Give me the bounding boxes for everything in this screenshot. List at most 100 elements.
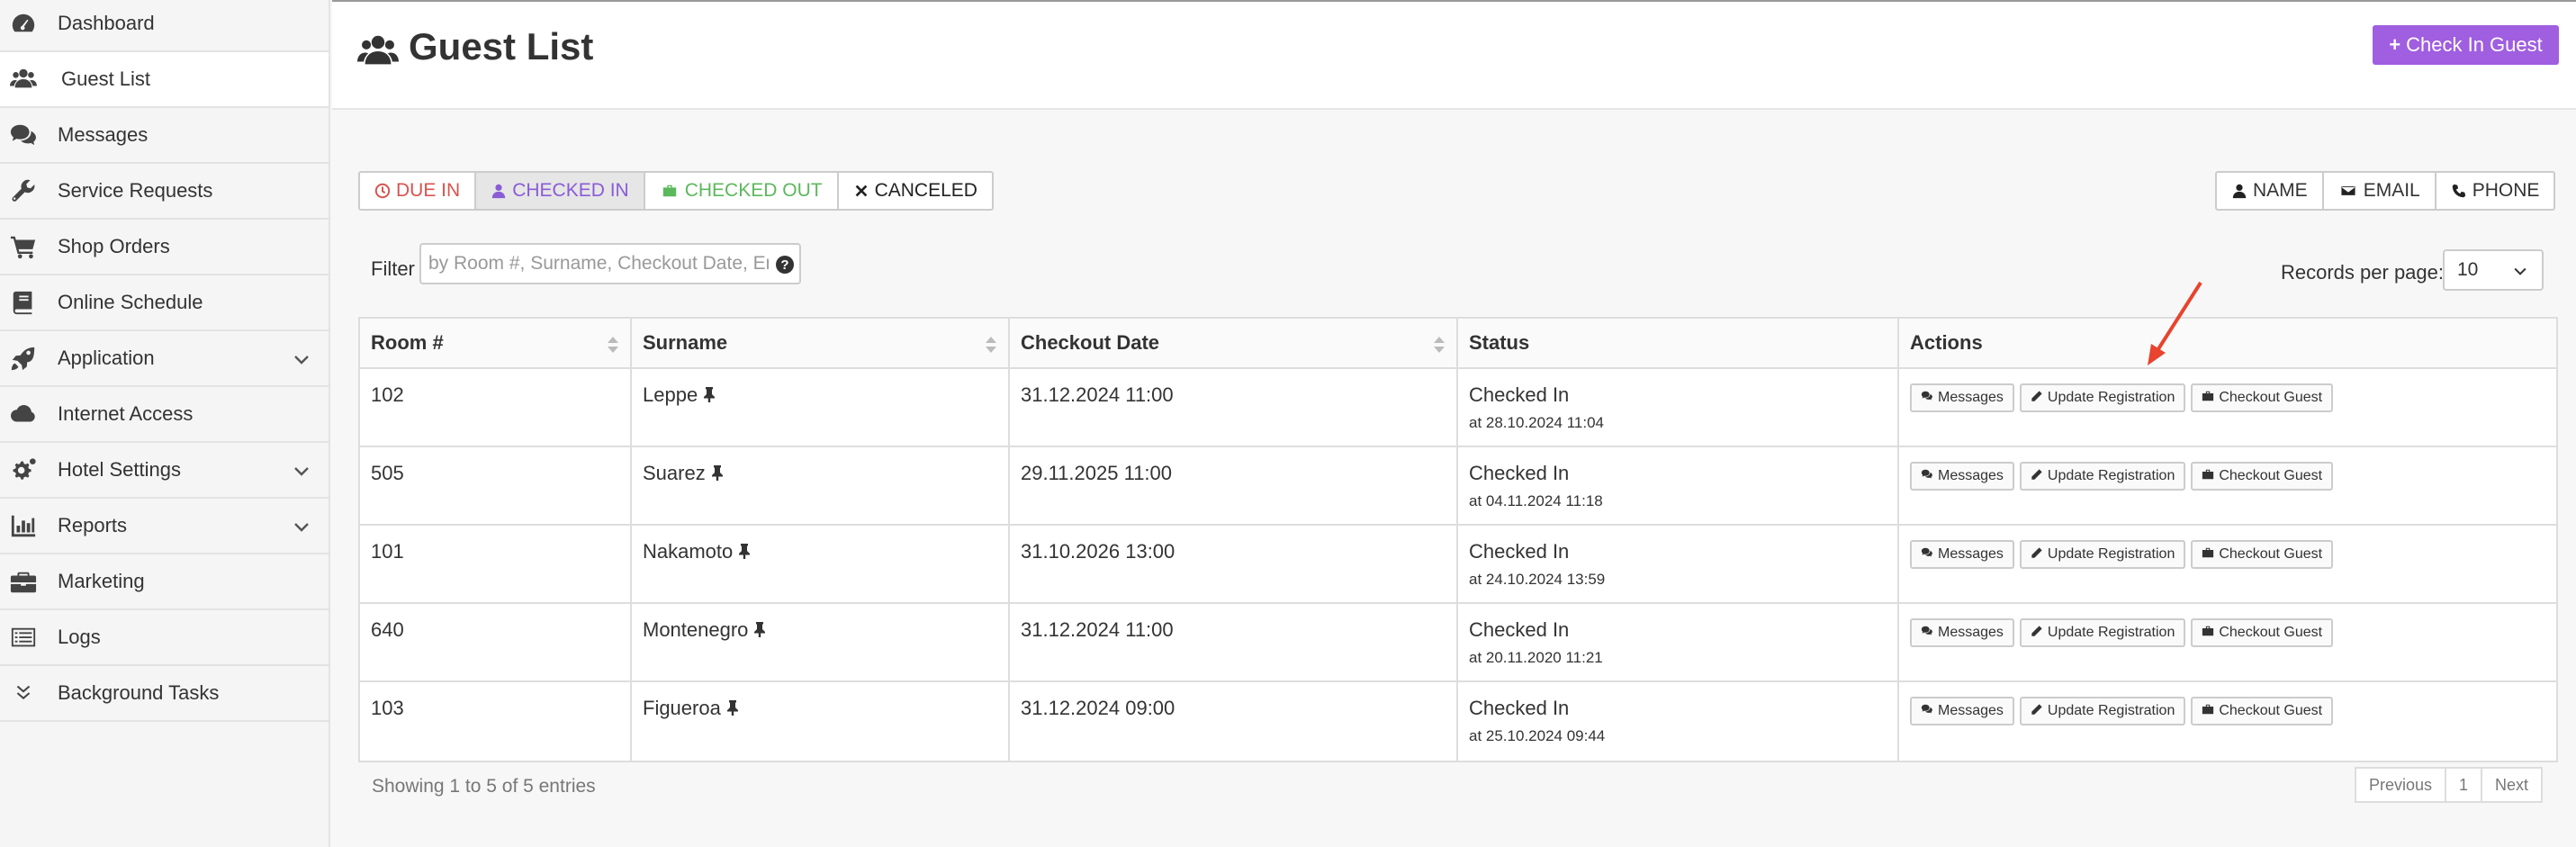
comments-icon (1921, 546, 1938, 563)
page-header (332, 0, 2576, 110)
bar-chart-icon (7, 509, 40, 542)
column-header-status: Status (1458, 319, 1899, 367)
tab-label: CANCELED (874, 180, 977, 201)
page-1-button[interactable]: 1 (2445, 767, 2483, 803)
surname-cell: Nakamoto (632, 526, 1010, 602)
sidebar-item-guest-list[interactable]: Guest List (0, 52, 329, 108)
pin-icon[interactable] (753, 619, 766, 637)
tab-checked-out[interactable]: CHECKED OUT (643, 171, 839, 211)
wrench-icon (7, 175, 40, 207)
guest-surname: Nakamoto (643, 540, 734, 563)
sidebar-item-label: Application (58, 347, 155, 369)
help-icon[interactable]: ? (776, 256, 794, 274)
checkout-guest-button[interactable]: Checkout Guest (2191, 618, 2334, 647)
check-in-guest-button[interactable]: + Check In Guest (2373, 25, 2559, 65)
chevron-down-icon[interactable] (291, 460, 312, 482)
messages-label: Messages (1938, 546, 2004, 562)
checkout-guest-button[interactable]: Checkout Guest (2191, 383, 2334, 412)
name-label: NAME (2253, 180, 2308, 201)
list-icon (7, 621, 40, 653)
tab-label: DUE IN (396, 180, 461, 201)
sidebar-item-online-schedule[interactable]: Online Schedule (0, 275, 329, 331)
update-registration-button[interactable]: Update Registration (2019, 618, 2186, 647)
messages-button[interactable]: Messages (1910, 697, 2014, 725)
pin-icon[interactable] (738, 541, 751, 559)
status-timestamp: at 28.10.2024 11:04 (1469, 414, 1604, 431)
sidebar-item-shop-orders[interactable]: Shop Orders (0, 220, 329, 275)
column-header-room[interactable]: Room # (360, 319, 632, 367)
surname-cell: Leppe (632, 369, 1010, 446)
contact-sort-buttons: NAME EMAIL PHONE (2215, 171, 2556, 211)
cloud-icon (7, 398, 40, 430)
clock-icon (374, 183, 391, 199)
update-registration-button[interactable]: Update Registration (2019, 540, 2186, 569)
previous-page-button[interactable]: Previous (2355, 767, 2447, 803)
tab-due-in[interactable]: DUE IN (358, 171, 477, 211)
pin-icon[interactable] (726, 698, 739, 716)
checkout-date-cell: 31.10.2026 13:00 (1010, 526, 1458, 602)
messages-button[interactable]: Messages (1910, 462, 2014, 491)
pin-icon[interactable] (711, 463, 724, 481)
next-page-button[interactable]: Next (2481, 767, 2544, 803)
sidebar-item-messages[interactable]: Messages (0, 108, 329, 164)
status-text: Checked In (1469, 383, 1570, 406)
tab-canceled[interactable]: CANCELED (836, 171, 994, 211)
checkout-date-cell: 31.12.2024 09:00 (1010, 682, 1458, 761)
tab-label: CHECKED OUT (684, 180, 823, 201)
rocket-icon (7, 342, 40, 374)
chevron-down-icon[interactable] (291, 348, 312, 370)
update-registration-button[interactable]: Update Registration (2019, 697, 2186, 725)
status-timestamp: at 04.11.2024 11:18 (1469, 492, 1603, 509)
email-button[interactable]: EMAIL (2321, 171, 2436, 211)
actions-cell: Messages Update Registration Checkout Gues… (1899, 369, 2556, 446)
close-icon (855, 185, 867, 197)
update-registration-button[interactable]: Update Registration (2019, 462, 2186, 491)
sort-icon (985, 335, 997, 355)
sidebar-item-reports[interactable]: Reports (0, 499, 329, 554)
column-header-checkout-date[interactable]: Checkout Date (1010, 319, 1458, 367)
records-per-page-select[interactable]: 10 (2443, 249, 2544, 291)
messages-button[interactable]: Messages (1910, 383, 2014, 412)
checkout-guest-button[interactable]: Checkout Guest (2191, 462, 2334, 491)
filter-input[interactable] (419, 243, 801, 284)
messages-button[interactable]: Messages (1910, 618, 2014, 647)
sidebar-item-dashboard[interactable]: Dashboard (0, 0, 329, 52)
sidebar-item-application[interactable]: Application (0, 331, 329, 387)
update-registration-button[interactable]: Update Registration (2019, 383, 2186, 412)
comments-icon (1921, 390, 1938, 407)
sidebar-item-hotel-settings[interactable]: Hotel Settings (0, 443, 329, 499)
messages-button[interactable]: Messages (1910, 540, 2014, 569)
email-label: EMAIL (2363, 180, 2420, 201)
room-number: 102 (371, 383, 404, 406)
page-title: Guest List (409, 25, 594, 68)
sidebar-item-background-tasks[interactable]: Background Tasks (0, 666, 329, 722)
sidebar-item-internet-access[interactable]: Internet Access (0, 387, 329, 443)
checkout-guest-button[interactable]: Checkout Guest (2191, 540, 2334, 569)
checkout-date: 29.11.2025 11:00 (1021, 462, 1173, 484)
check-in-guest-label: Check In Guest (2406, 33, 2543, 56)
sidebar-item-marketing[interactable]: Marketing (0, 554, 329, 610)
sidebar-item-service-requests[interactable]: Service Requests (0, 164, 329, 220)
sort-icon (1433, 335, 1446, 355)
sidebar-item-logs[interactable]: Logs (0, 610, 329, 666)
table-body: 102 Leppe 31.12.2024 11:00 Checked In at 28.… (360, 369, 2556, 761)
table-row: 101 Nakamoto 31.10.2026 13:00 Checked In at … (360, 526, 2556, 604)
column-header-surname[interactable]: Surname (632, 319, 1010, 367)
checkout-date: 31.12.2024 11:00 (1021, 618, 1174, 641)
phone-button[interactable]: PHONE (2434, 171, 2556, 211)
annotation-arrow (2148, 281, 2202, 365)
checkout-guest-button[interactable]: Checkout Guest (2191, 697, 2334, 725)
name-button[interactable]: NAME (2215, 171, 2324, 211)
checkout-date-cell: 29.11.2025 11:00 (1010, 447, 1458, 524)
dashboard-icon (7, 7, 40, 40)
entries-info: Showing 1 to 5 of 5 entries (372, 776, 596, 797)
user-icon (2232, 184, 2247, 199)
pagination: Previous 1 Next (2355, 767, 2544, 803)
user-icon (491, 184, 506, 199)
pencil-icon (2031, 546, 2048, 563)
tab-checked-in[interactable]: CHECKED IN (474, 171, 645, 211)
pin-icon[interactable] (703, 384, 716, 402)
messages-label: Messages (1938, 703, 2004, 718)
chevron-down-icon[interactable] (291, 516, 312, 537)
status-cell: Checked In at 24.10.2024 13:59 (1458, 526, 1899, 602)
